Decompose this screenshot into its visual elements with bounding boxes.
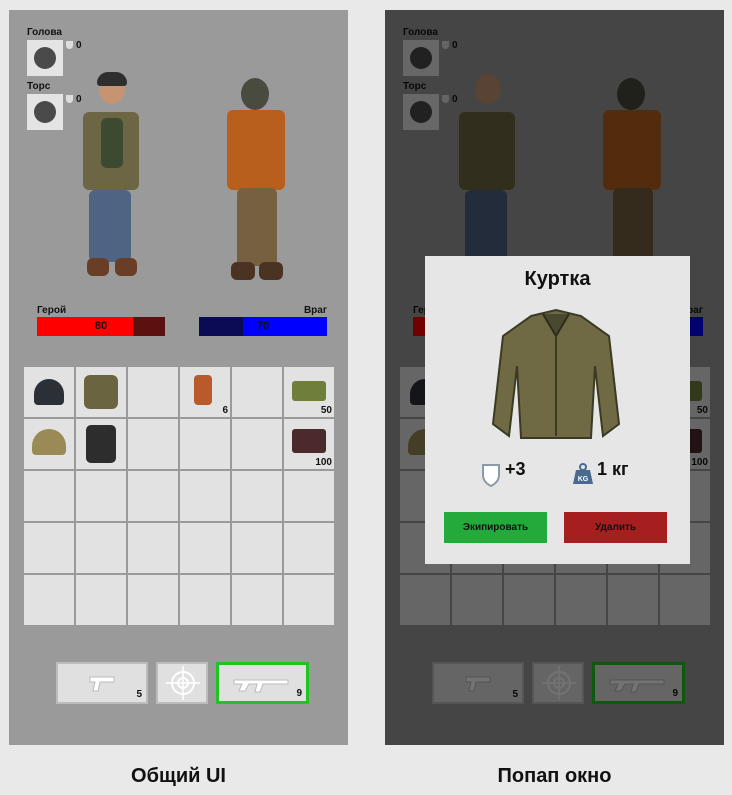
caption-general-ui: Общий UI bbox=[131, 765, 226, 787]
inventory-cell[interactable] bbox=[232, 575, 282, 625]
pistol-slot[interactable]: 5 bbox=[56, 662, 148, 704]
inventory-cell[interactable] bbox=[284, 471, 334, 521]
weight-icon-label: KG bbox=[578, 476, 589, 483]
head-slot[interactable] bbox=[27, 40, 63, 76]
item-count: 100 bbox=[315, 457, 332, 468]
armor-icon bbox=[482, 464, 500, 487]
inventory-cell[interactable]: 100 bbox=[284, 419, 334, 469]
inventory-cell[interactable] bbox=[232, 471, 282, 521]
ammo-box-icon bbox=[292, 381, 326, 401]
delete-button[interactable]: Удалить bbox=[564, 512, 667, 543]
head-armor-value: 0 bbox=[66, 40, 82, 51]
enemy-health-bar: 70 bbox=[199, 317, 327, 336]
torso-slot[interactable] bbox=[27, 94, 63, 130]
inventory-cell[interactable] bbox=[76, 367, 126, 417]
aim-slot[interactable] bbox=[156, 662, 208, 704]
shield-icon bbox=[66, 95, 73, 103]
enemy-health-value: 70 bbox=[256, 320, 270, 332]
inventory-grid: 6 50 100 bbox=[24, 367, 336, 625]
popup-armor-value: +3 bbox=[505, 459, 526, 479]
inventory-cell[interactable] bbox=[24, 471, 74, 521]
popup-weight-value: 1 кг bbox=[597, 459, 629, 479]
beanie-icon bbox=[34, 379, 64, 405]
inventory-cell[interactable] bbox=[24, 367, 74, 417]
enemy-character bbox=[219, 76, 297, 284]
inventory-cell[interactable] bbox=[180, 471, 230, 521]
enemy-label: Враг bbox=[303, 305, 327, 316]
helmet-icon bbox=[34, 47, 56, 69]
head-slot-label: Голова bbox=[27, 27, 62, 38]
inventory-cell[interactable] bbox=[232, 419, 282, 469]
popup-title: Куртка bbox=[524, 268, 591, 290]
hero-health-bar: 80 bbox=[37, 317, 165, 336]
inventory-cell[interactable] bbox=[128, 419, 178, 469]
inventory-cell[interactable] bbox=[128, 367, 178, 417]
caption-popup-window: Попап окно bbox=[497, 765, 612, 787]
inventory-cell[interactable] bbox=[284, 575, 334, 625]
torso-slot-label: Торс bbox=[27, 81, 51, 92]
inventory-cell[interactable] bbox=[180, 419, 230, 469]
inventory-cell[interactable] bbox=[128, 575, 178, 625]
ammo-pack-icon bbox=[292, 429, 326, 453]
weight-icon: KG bbox=[573, 463, 593, 484]
inventory-cell[interactable] bbox=[284, 523, 334, 573]
inventory-screen: Голова 0 Торс 0 Герой 80 Враг 70 6 50 100 … bbox=[9, 10, 348, 745]
rifle-slot[interactable]: 9 bbox=[216, 662, 309, 704]
hero-character bbox=[75, 72, 155, 282]
rifle-ammo-count: 9 bbox=[296, 688, 302, 699]
inventory-cell[interactable] bbox=[128, 523, 178, 573]
inventory-cell[interactable] bbox=[76, 471, 126, 521]
inventory-cell[interactable] bbox=[232, 367, 282, 417]
item-popup: Куртка +3 KG 1 кг Экипировать Удалить bbox=[425, 256, 690, 564]
rifle-icon bbox=[233, 679, 289, 693]
inventory-cell[interactable] bbox=[232, 523, 282, 573]
inventory-cell[interactable] bbox=[180, 575, 230, 625]
item-count: 6 bbox=[222, 405, 228, 416]
equip-button[interactable]: Экипировать bbox=[444, 512, 547, 543]
inventory-cell[interactable] bbox=[24, 575, 74, 625]
hero-label: Герой bbox=[37, 305, 67, 316]
inventory-cell[interactable] bbox=[76, 419, 126, 469]
inventory-cell[interactable]: 6 bbox=[180, 367, 230, 417]
inventory-cell[interactable] bbox=[76, 523, 126, 573]
helmet-icon bbox=[32, 429, 66, 455]
popup-screen: Голова 0 Торс 0 Герой 80 Враг 70 650100 … bbox=[385, 10, 724, 745]
inventory-cell[interactable] bbox=[128, 471, 178, 521]
inventory-cell[interactable] bbox=[24, 419, 74, 469]
jacket-image bbox=[491, 308, 621, 439]
item-count: 50 bbox=[320, 405, 332, 416]
head-armor-number: 0 bbox=[76, 40, 82, 51]
inventory-cell[interactable]: 50 bbox=[284, 367, 334, 417]
pistol-icon bbox=[89, 676, 115, 692]
inventory-cell[interactable] bbox=[24, 523, 74, 573]
medkit-icon bbox=[194, 375, 212, 405]
vest-icon bbox=[86, 425, 116, 463]
pistol-ammo-count: 5 bbox=[136, 689, 142, 700]
vest-icon bbox=[34, 101, 56, 123]
hero-health-value: 80 bbox=[94, 320, 108, 332]
inventory-cell[interactable] bbox=[180, 523, 230, 573]
jacket-icon bbox=[84, 375, 118, 409]
crosshair-icon bbox=[166, 666, 200, 700]
inventory-cell[interactable] bbox=[76, 575, 126, 625]
shield-icon bbox=[66, 41, 73, 49]
